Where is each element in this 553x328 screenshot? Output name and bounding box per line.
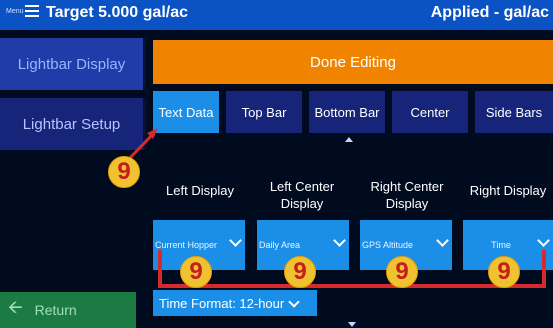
- arrow-left-icon: 🡨: [8, 297, 23, 317]
- chevron-down-icon: [229, 234, 242, 247]
- dropdown-value: Current Hopper: [155, 240, 218, 250]
- return-label: Return: [34, 302, 77, 318]
- right-center-display-label: Right Center Display: [357, 178, 457, 212]
- chevron-down-icon: [436, 234, 449, 247]
- tab-bottom-bar[interactable]: Bottom Bar: [309, 91, 385, 133]
- left-center-display-label: Left Center Display: [252, 178, 352, 212]
- label-line2: Left Display: [166, 183, 234, 198]
- applied-rate: Applied - gal/ac: [430, 4, 549, 21]
- tab-side-bars[interactable]: Side Bars: [475, 91, 553, 133]
- annotation-badge: 9: [284, 256, 316, 288]
- annotation-badge: 9: [180, 256, 212, 288]
- label-line1: Right Center: [370, 179, 444, 194]
- chevron-down-icon: [288, 295, 300, 308]
- label-line2: Display: [385, 196, 429, 211]
- dropdown-value: GPS Altitude: [362, 240, 414, 250]
- tab-center[interactable]: Center: [392, 91, 468, 133]
- tab-top-bar[interactable]: Top Bar: [226, 91, 302, 133]
- target-rate: Target 5.000 gal/ac: [46, 4, 188, 21]
- scroll-up-icon[interactable]: [345, 137, 353, 142]
- sidebar-item-lightbar-display[interactable]: Lightbar Display: [0, 38, 146, 90]
- time-format-dropdown[interactable]: Time Format: 12-hour: [153, 290, 317, 316]
- time-format-value: Time Format: 12-hour: [159, 295, 285, 311]
- done-editing-button[interactable]: Done Editing: [153, 40, 553, 84]
- chevron-down-icon: [537, 234, 550, 247]
- dropdown-value: Time: [491, 240, 511, 250]
- annotation-badge: 9: [108, 156, 140, 188]
- annotation-badge: 9: [386, 256, 418, 288]
- label-line2: Right Display: [469, 183, 547, 198]
- chevron-down-icon: [333, 234, 346, 247]
- label-line1: Left Center: [269, 179, 335, 194]
- scroll-down-icon[interactable]: [348, 322, 356, 327]
- annotation-badge: 9: [488, 256, 520, 288]
- dropdown-value: Daily Area: [259, 240, 301, 250]
- left-display-label: Left Display: [150, 178, 250, 199]
- tab-text-data[interactable]: Text Data: [153, 91, 219, 133]
- hamburger-menu-icon[interactable]: [25, 5, 39, 19]
- return-button[interactable]: 🡨 Return: [0, 292, 136, 328]
- label-line2: Display: [280, 196, 324, 211]
- sidebar-item-lightbar-setup[interactable]: Lightbar Setup: [0, 98, 146, 150]
- menu-label[interactable]: Menu: [6, 8, 24, 15]
- right-display-label: Right Display: [460, 178, 553, 199]
